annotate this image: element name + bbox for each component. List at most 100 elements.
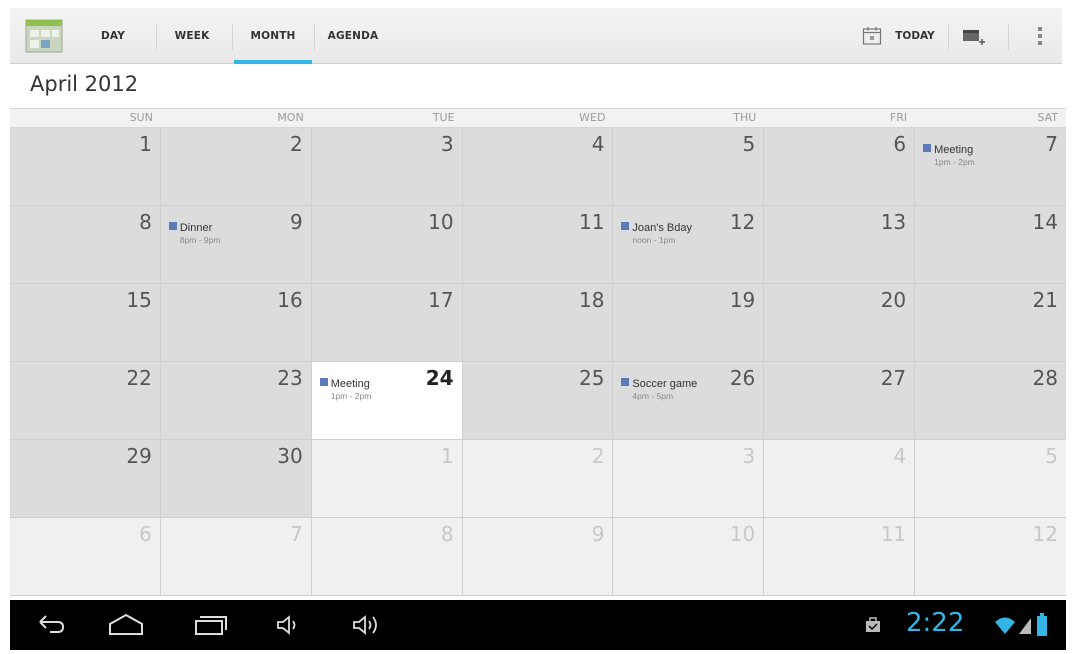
volume-down-icon[interactable] (274, 610, 304, 640)
day-cell[interactable]: 1 (10, 128, 161, 206)
weekday-header: SUN MON TUE WED THU FRI SAT (10, 108, 1066, 128)
day-cell[interactable]: 18 (462, 284, 614, 362)
weekday-sun: SUN (129, 111, 153, 124)
month-title[interactable]: April 2012 (30, 72, 138, 96)
day-cell[interactable]: 3 (613, 440, 765, 518)
event-time: 1pm - 2pm (330, 391, 372, 401)
notification-icon[interactable] (864, 616, 882, 634)
battery-icon (1037, 613, 1047, 636)
new-event-icon[interactable] (960, 24, 988, 48)
weekday-sat: SAT (1037, 111, 1058, 124)
action-separator (1008, 24, 1009, 50)
day-cell[interactable]: 12 (915, 518, 1066, 596)
tab-day[interactable]: DAY (80, 8, 146, 64)
day-cell[interactable]: 1 (311, 440, 463, 518)
day-cell[interactable]: 13 (764, 206, 916, 284)
day-number: 18 (578, 288, 605, 312)
weekday-tue: TUE (432, 111, 455, 124)
day-cell[interactable]: 19 (613, 284, 765, 362)
day-cell[interactable]: 26 Soccer game 4pm - 5pm (613, 362, 765, 440)
day-cell[interactable]: 5 (613, 128, 765, 206)
day-cell[interactable]: 2 (160, 128, 312, 206)
day-number: 27 (880, 366, 907, 390)
day-cell[interactable]: 16 (160, 284, 312, 362)
day-cell[interactable]: 11 (764, 518, 916, 596)
day-cell[interactable]: 14 (915, 206, 1066, 284)
day-cell[interactable]: 21 (915, 284, 1066, 362)
day-cell[interactable]: 3 (311, 128, 463, 206)
back-icon[interactable] (32, 610, 68, 640)
volume-up-icon[interactable] (350, 610, 384, 640)
action-separator (948, 24, 949, 50)
day-number: 25 (578, 366, 605, 390)
day-number: 16 (277, 288, 303, 312)
day-number: 3 (742, 444, 756, 468)
day-cell[interactable]: 10 (613, 518, 765, 596)
day-number: 10 (729, 522, 756, 546)
calendar-event[interactable]: Joan's Bday noon - 1pm (621, 216, 731, 245)
day-number: 17 (428, 288, 454, 312)
day-cell[interactable]: 6 (10, 518, 161, 596)
event-title: Soccer game (632, 378, 698, 390)
tab-week[interactable]: WEEK (158, 8, 226, 64)
day-cell[interactable]: 29 (10, 440, 161, 518)
day-cell[interactable]: 8 (311, 518, 463, 596)
day-cell[interactable]: 22 (10, 362, 161, 440)
event-title: Dinner (179, 222, 213, 234)
day-number: 30 (277, 444, 303, 468)
recent-apps-icon[interactable] (190, 610, 230, 640)
day-cell[interactable]: 2 (462, 440, 614, 518)
day-cell[interactable]: 4 (462, 128, 614, 206)
day-cell[interactable]: 10 (311, 206, 463, 284)
day-cell[interactable]: 20 (764, 284, 916, 362)
today-button[interactable]: TODAY (890, 8, 940, 64)
calendar-app-icon[interactable] (24, 16, 64, 56)
today-calendar-icon[interactable] (862, 26, 882, 46)
day-cell[interactable]: 12 Joan's Bday noon - 1pm (613, 206, 765, 284)
event-time: 1pm - 2pm (934, 157, 975, 167)
calendar-event[interactable]: Meeting 1pm - 2pm (319, 372, 430, 401)
calendar-event[interactable]: Soccer game 4pm - 5pm (621, 372, 731, 401)
day-cell[interactable]: 15 (10, 284, 161, 362)
day-number: 7 (1045, 132, 1058, 156)
tab-separator (156, 24, 157, 50)
day-cell[interactable]: 28 (915, 362, 1066, 440)
day-number: 1 (139, 132, 152, 156)
day-number: 28 (1032, 366, 1058, 390)
event-color-swatch (621, 377, 630, 386)
day-number: 8 (139, 210, 152, 234)
tab-agenda[interactable]: AGENDA (316, 8, 390, 64)
day-cell[interactable]: 9 (462, 518, 614, 596)
day-number: 7 (289, 522, 303, 546)
calendar-event[interactable]: Meeting 1pm - 2pm (923, 138, 1033, 167)
tab-month[interactable]: MONTH (234, 8, 312, 64)
day-cell[interactable]: 5 (915, 440, 1066, 518)
day-cell[interactable]: 23 (160, 362, 312, 440)
day-number: 3 (440, 132, 454, 156)
day-cell[interactable]: 7 (160, 518, 312, 596)
home-icon[interactable] (106, 610, 146, 640)
calendar-event[interactable]: Dinner 8pm - 9pm (168, 216, 279, 245)
weekday-mon: MON (277, 111, 304, 124)
day-cell[interactable]: 8 (10, 206, 161, 284)
event-time: noon - 1pm (632, 235, 676, 245)
weekday-fri: FRI (889, 111, 908, 124)
day-cell[interactable]: 11 (462, 206, 614, 284)
day-cell[interactable]: 7 Meeting 1pm - 2pm (915, 128, 1066, 206)
day-number: 9 (289, 210, 303, 234)
day-number: 11 (880, 522, 907, 546)
day-cell[interactable]: 25 (462, 362, 614, 440)
day-number: 6 (893, 132, 907, 156)
day-cell[interactable]: 9 Dinner 8pm - 9pm (160, 206, 312, 284)
day-number: 2 (289, 132, 303, 156)
overflow-menu-icon[interactable] (1028, 22, 1052, 50)
day-number: 29 (126, 444, 152, 468)
day-cell[interactable]: 17 (311, 284, 463, 362)
day-cell[interactable]: 6 (764, 128, 916, 206)
day-cell-today[interactable]: 24 Meeting 1pm - 2pm (311, 362, 463, 440)
day-cell[interactable]: 30 (160, 440, 312, 518)
day-cell[interactable]: 4 (764, 440, 916, 518)
day-cell[interactable]: 27 (764, 362, 916, 440)
day-number: 19 (729, 288, 756, 312)
status-clock: 2:22 (906, 608, 965, 638)
